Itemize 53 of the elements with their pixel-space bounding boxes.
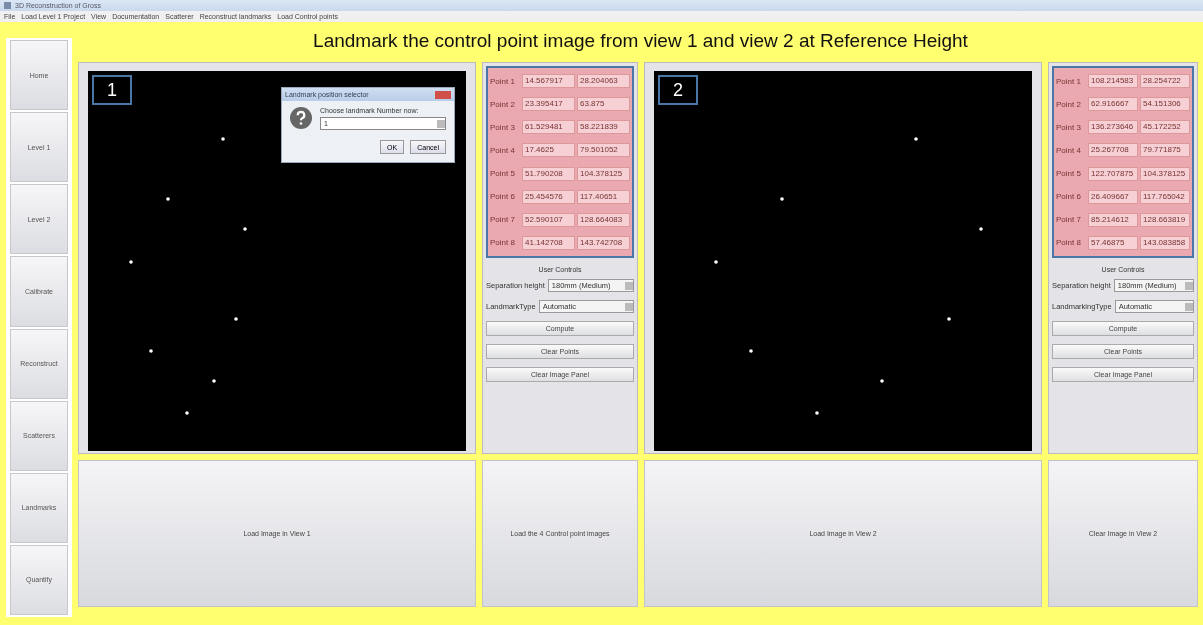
coordinate-field[interactable]: 117.765042 xyxy=(1140,189,1190,204)
coordinate-field[interactable]: 17.4625 xyxy=(522,143,575,158)
coordinate-field[interactable]: 45.172252 xyxy=(1140,120,1190,135)
coordinate-field[interactable]: 28.204063 xyxy=(577,74,630,89)
coordinate-field[interactable]: 62.916667 xyxy=(1088,97,1138,112)
coordinate-field[interactable]: 57.46875 xyxy=(1088,235,1138,250)
coordinate-field[interactable]: 79.501052 xyxy=(577,143,630,158)
point-label: Point 1 xyxy=(490,76,516,86)
coordinate-field[interactable]: 14.567917 xyxy=(522,74,575,89)
point-label: Point 6 xyxy=(1056,192,1082,202)
point-label: Point 8 xyxy=(490,238,516,248)
coordinate-field[interactable]: 104.378125 xyxy=(1140,166,1190,181)
app-icon xyxy=(4,2,11,9)
view-number: 2 xyxy=(658,75,698,105)
point-label: Point 7 xyxy=(1056,215,1082,225)
coordinate-field[interactable]: 58.221839 xyxy=(577,120,630,135)
view-number: 1 xyxy=(92,75,132,105)
coordinate-field[interactable]: 79.771875 xyxy=(1140,143,1190,158)
heading: Landmark the control point image from view 1 and view 2 at Reference Height xyxy=(312,29,969,53)
point-label: Point 3 xyxy=(490,122,516,132)
point-label: Point 1 xyxy=(1056,76,1082,86)
coordinate-field[interactable]: 128.663819 xyxy=(1140,212,1190,227)
question-icon xyxy=(290,107,312,129)
coordinate-field[interactable]: 54.151306 xyxy=(1140,97,1190,112)
coordinate-field[interactable]: 61.529481 xyxy=(522,120,575,135)
coordinate-field[interactable]: 136.273646 xyxy=(1088,120,1138,135)
coordinate-field[interactable]: 52.590107 xyxy=(522,212,575,227)
coordinate-field[interactable]: 143.742708 xyxy=(577,235,630,250)
point-label: Point 2 xyxy=(1056,99,1082,109)
coordinate-field[interactable]: 85.214612 xyxy=(1088,212,1138,227)
coordinate-field[interactable]: 128.664083 xyxy=(577,212,630,227)
point-label: Point 8 xyxy=(1056,238,1082,248)
coordinate-field[interactable]: 28.254722 xyxy=(1140,74,1190,89)
point-label: Point 4 xyxy=(490,145,516,155)
coordinate-field[interactable]: 108.214583 xyxy=(1088,74,1138,89)
coordinate-field[interactable]: 25.454576 xyxy=(522,189,575,204)
coordinate-field[interactable]: 117.40651 xyxy=(577,189,630,204)
coordinate-field[interactable]: 63.875 xyxy=(577,97,630,112)
point-label: Point 2 xyxy=(490,99,516,109)
point-label: Point 4 xyxy=(1056,145,1082,155)
point-label: Point 6 xyxy=(490,192,516,202)
point-label: Point 5 xyxy=(490,169,516,179)
coordinate-field[interactable]: 23.395417 xyxy=(522,97,575,112)
coordinate-field[interactable]: 122.707875 xyxy=(1088,166,1138,181)
coordinate-field[interactable]: 25.267708 xyxy=(1088,143,1138,158)
coordinate-field[interactable]: 26.409667 xyxy=(1088,189,1138,204)
coordinate-field[interactable]: 51.790208 xyxy=(522,166,575,181)
point-label: Point 7 xyxy=(490,215,516,225)
point-label: Point 3 xyxy=(1056,122,1082,132)
coordinate-field[interactable]: 143.083858 xyxy=(1140,235,1190,250)
coordinate-field[interactable]: 104.378125 xyxy=(577,166,630,181)
point-label: Point 5 xyxy=(1056,169,1082,179)
coordinate-field[interactable]: 41.142708 xyxy=(522,235,575,250)
